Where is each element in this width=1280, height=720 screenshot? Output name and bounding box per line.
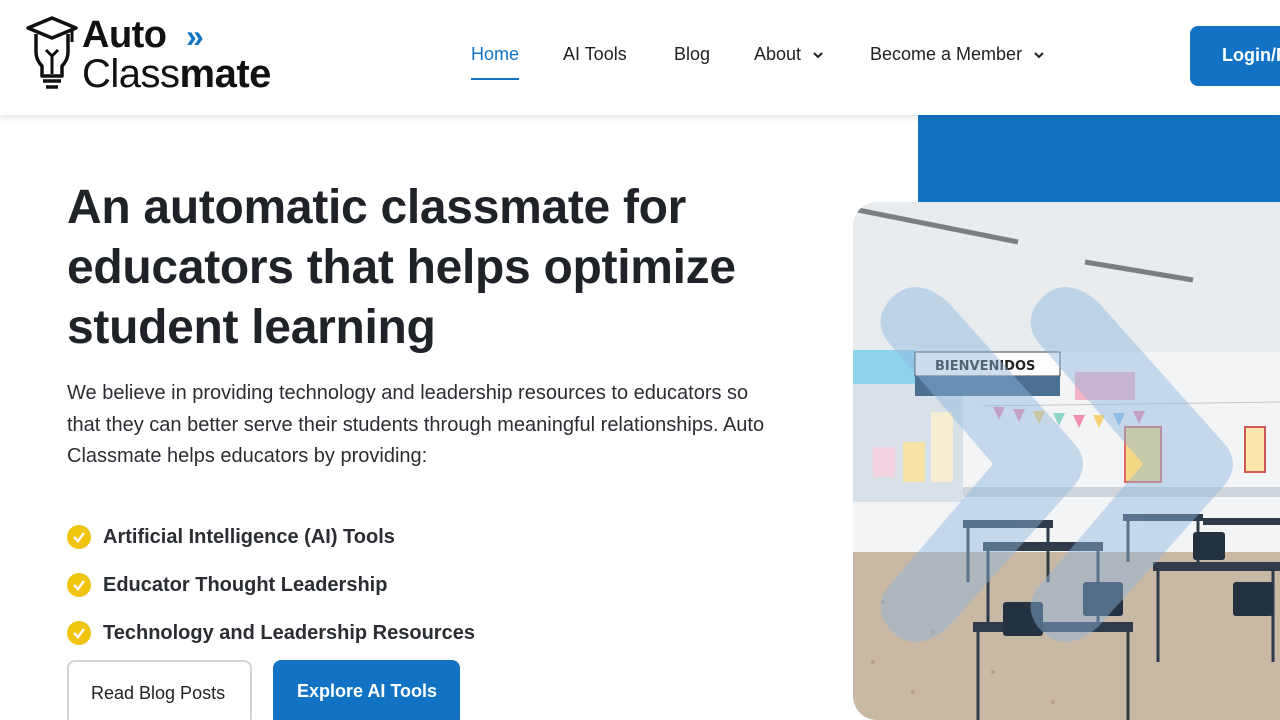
nav-ai-tools-label: AI Tools	[563, 44, 627, 64]
check-icon	[67, 573, 91, 597]
nav-active-underline	[471, 78, 520, 80]
logo-chevron: »	[186, 18, 204, 54]
nav-blog[interactable]: Blog	[674, 44, 710, 65]
feature-item: Educator Thought Leadership	[67, 561, 475, 609]
nav-become-member[interactable]: Become a Member	[870, 44, 1046, 65]
check-icon	[67, 621, 91, 645]
check-icon	[67, 525, 91, 549]
login-button[interactable]: Login/R	[1190, 26, 1280, 86]
logo-classmate-bold: mate	[179, 52, 272, 96]
logo-classmate-regular: Class	[82, 52, 180, 96]
read-blog-posts-button[interactable]: Read Blog Posts	[67, 660, 252, 720]
chevron-down-icon	[813, 51, 823, 58]
nav-become-member-label: Become a Member	[870, 44, 1023, 64]
chevron-down-icon	[1034, 51, 1044, 58]
logo-word-classmate: Classmate	[82, 52, 271, 97]
decorative-blue-block	[918, 115, 1280, 202]
hero-description: We believe in providing technology and l…	[67, 382, 765, 467]
nav-ai-tools[interactable]: AI Tools	[563, 44, 627, 65]
nav-about[interactable]: About	[754, 44, 825, 65]
feature-label: Artificial Intelligence (AI) Tools	[103, 525, 395, 548]
site-header: Auto » Classmate Home AI Tools Blog Abou…	[0, 0, 1280, 115]
feature-label: Educator Thought Leadership	[103, 573, 388, 596]
feature-list: Artificial Intelligence (AI) Tools Educa…	[67, 513, 475, 657]
explore-ai-tools-button[interactable]: Explore AI Tools	[273, 660, 460, 720]
nav-about-label: About	[754, 44, 802, 64]
feature-label: Technology and Leadership Resources	[103, 621, 475, 644]
feature-item: Technology and Leadership Resources	[67, 609, 475, 657]
nav-home-label: Home	[471, 44, 520, 64]
lightbulb-graduation-cap-icon	[26, 16, 78, 89]
classroom-photo: BIENVENIDOS	[853, 202, 1280, 720]
feature-item: Artificial Intelligence (AI) Tools	[67, 513, 475, 561]
site-logo[interactable]: Auto » Classmate	[26, 14, 306, 96]
logo-word-auto: Auto	[82, 14, 167, 56]
nav-blog-label: Blog	[674, 44, 711, 64]
nav-home[interactable]: Home	[471, 44, 520, 80]
hero-title: An automatic classmate for educators tha…	[67, 181, 736, 354]
